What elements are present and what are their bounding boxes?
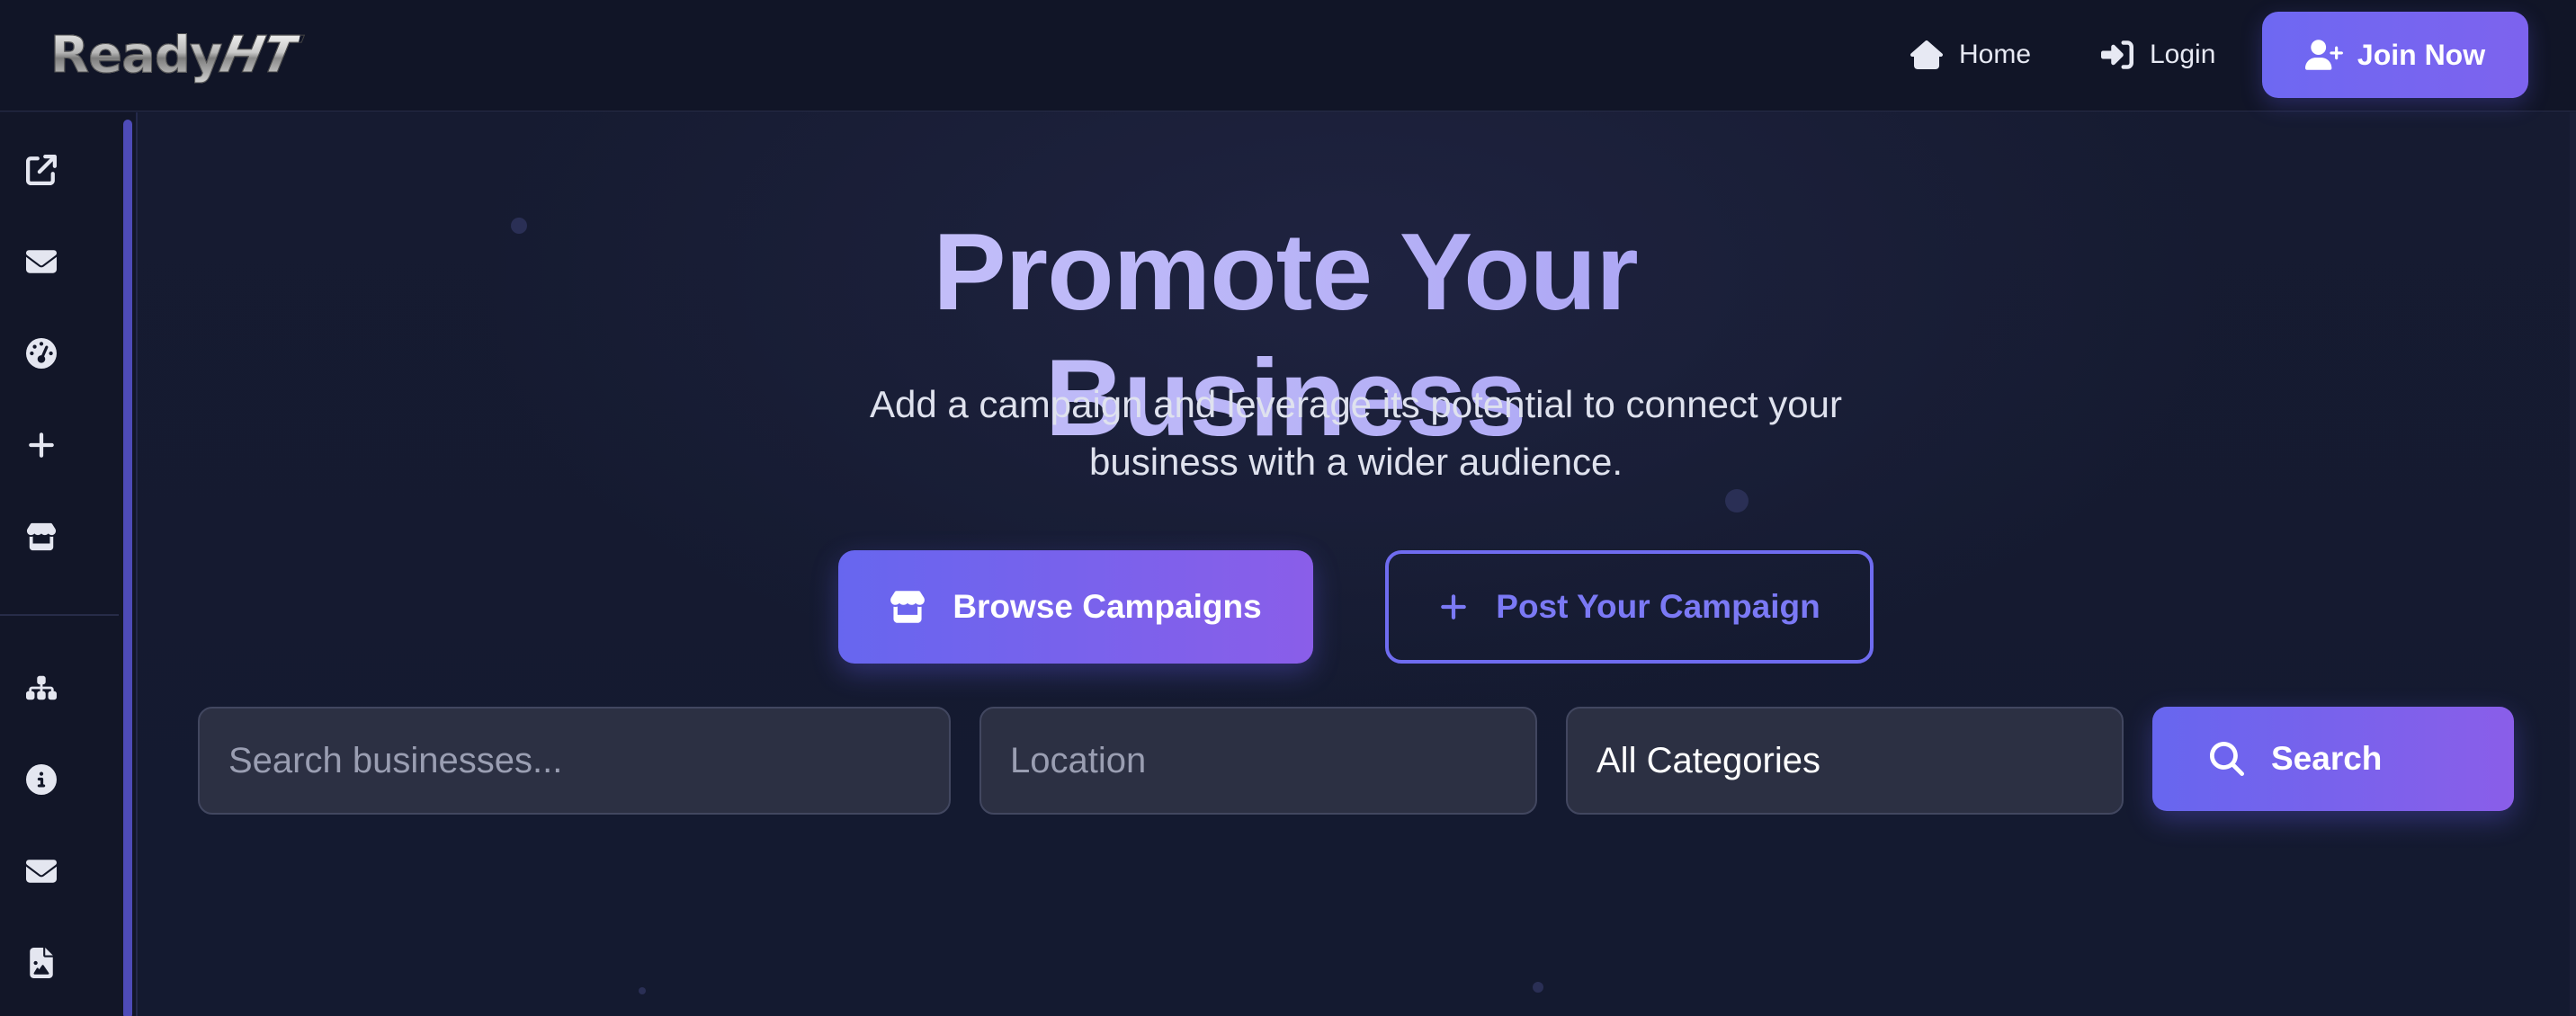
- sidebar-item-document[interactable]: [22, 943, 61, 983]
- sitemap-icon: [26, 675, 57, 700]
- category-selected-value: All Categories: [1597, 740, 1821, 780]
- search-businesses-placeholder: Search businesses...: [228, 740, 563, 780]
- sidebar-item-sitemap[interactable]: [22, 668, 61, 708]
- sign-in-icon: [2101, 40, 2133, 69]
- logo-text-ht: HT: [215, 25, 303, 85]
- sidebar-item-external-link[interactable]: [22, 150, 61, 190]
- sidebar-item-info[interactable]: [22, 760, 61, 799]
- background-particle: [639, 987, 646, 994]
- search-button-label: Search: [2271, 740, 2383, 777]
- nav-home-label: Home: [1959, 40, 2032, 69]
- category-select[interactable]: All Categories: [1566, 707, 2124, 815]
- logo-text-ready: Ready: [49, 25, 222, 85]
- page: Ready HT Home Login Join Now Promote You…: [0, 0, 2576, 1016]
- site-logo[interactable]: Ready HT: [49, 23, 302, 86]
- hero-subtitle-line-1: Add a campaign and leverage its potentia…: [869, 383, 1843, 425]
- home-icon: [1910, 40, 1943, 69]
- search-businesses-input[interactable]: Search businesses...: [198, 707, 951, 815]
- external-link-icon: [26, 155, 57, 185]
- nav-home-link[interactable]: Home: [1910, 32, 2031, 77]
- store-icon: [890, 591, 926, 623]
- hero-subtitle-line-2: business with a wider audience.: [1088, 441, 1623, 483]
- background-particle: [1725, 489, 1749, 512]
- sidebar-divider: [0, 614, 119, 616]
- plus-icon: [1441, 594, 1467, 619]
- sidebar-item-store[interactable]: [22, 517, 61, 557]
- location-placeholder: Location: [1010, 740, 1147, 780]
- location-input[interactable]: Location: [979, 707, 1537, 815]
- nav-login-link[interactable]: Login: [2101, 32, 2215, 77]
- user-plus-icon: [2304, 40, 2343, 70]
- search-icon: [2210, 742, 2244, 776]
- browse-campaigns-label: Browse Campaigns: [953, 588, 1262, 625]
- join-now-label: Join Now: [2357, 38, 2486, 71]
- browse-campaigns-button[interactable]: Browse Campaigns: [838, 550, 1313, 664]
- post-campaign-button[interactable]: Post Your Campaign: [1385, 550, 1874, 664]
- post-campaign-label: Post Your Campaign: [1496, 588, 1820, 625]
- background-particle: [1533, 982, 1543, 993]
- hero-subtitle: Add a campaign and leverage its potentia…: [809, 376, 1902, 491]
- join-now-button[interactable]: Join Now: [2262, 12, 2528, 98]
- file-image-icon: [30, 948, 53, 978]
- nav-login-label: Login: [2150, 40, 2216, 69]
- search-button[interactable]: Search: [2152, 707, 2514, 811]
- info-icon: [26, 764, 57, 795]
- top-navbar: Ready HT Home Login Join Now: [0, 0, 2576, 111]
- sidebar-item-contact[interactable]: [22, 851, 61, 891]
- envelope-icon: [26, 860, 57, 883]
- store-icon: [26, 522, 57, 551]
